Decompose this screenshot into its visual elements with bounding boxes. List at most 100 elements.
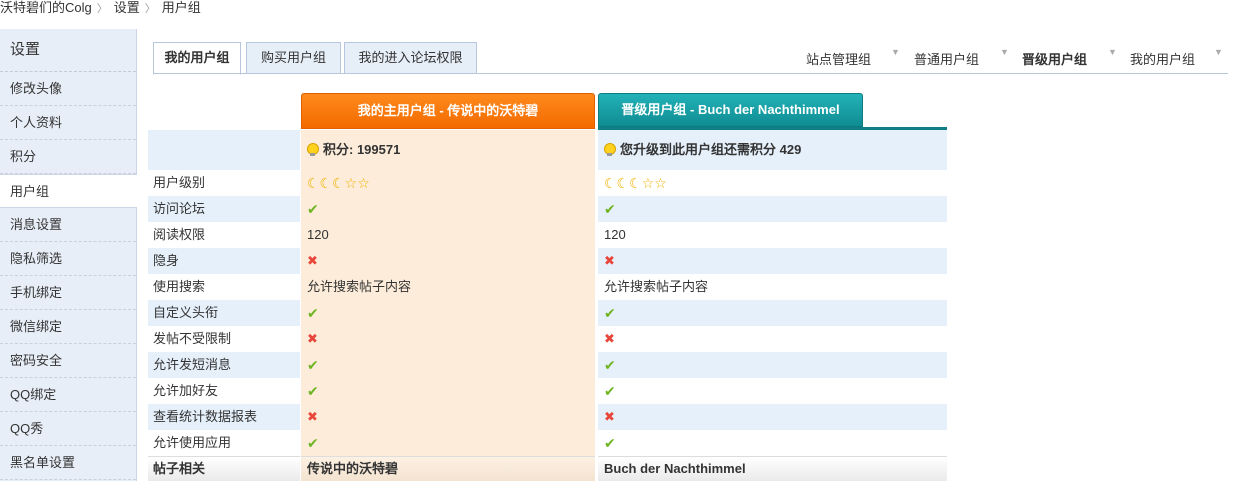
table-row: 使用搜索 允许搜索帖子内容 允许搜索帖子内容 — [148, 274, 948, 300]
main-value-cell: 允许搜索帖子内容 — [301, 274, 595, 300]
next-value-cell: 允许搜索帖子内容 — [598, 274, 947, 300]
sidebar-item-qq-show[interactable]: QQ秀 — [0, 412, 136, 446]
main-value-cell: ✔ — [301, 430, 595, 456]
settings-sidebar: 设置 修改头像 个人资料 积分 用户组 消息设置 隐私筛选 手机绑定 微信绑定 … — [0, 29, 137, 481]
dropdown-icon: ▼ — [1000, 47, 1009, 57]
next-points-text: 您升级到此用户组还需积分 429 — [620, 142, 802, 157]
row-label: 使用搜索 — [148, 274, 300, 300]
breadcrumb-usergroup: 用户组 — [161, 0, 201, 15]
next-value-cell: 120 — [598, 222, 947, 248]
row-label: 访问论坛 — [148, 196, 300, 222]
menu-label: 站点管理组 — [806, 52, 872, 67]
main-points-text: 积分: 199571 — [323, 142, 401, 157]
check-icon: ✔ — [604, 201, 616, 217]
check-icon: ✔ — [307, 357, 319, 373]
tab-forum-permissions[interactable]: 我的进入论坛权限 — [344, 42, 477, 74]
cross-icon: ✖ — [307, 253, 318, 268]
sidebar-item-credits[interactable]: 积分 — [0, 140, 136, 174]
breadcrumb-site[interactable]: 沃特碧们的Colg — [0, 0, 92, 16]
table-row: 允许加好友 ✔ ✔ — [148, 378, 948, 404]
next-value-cell: ✔ — [598, 378, 947, 404]
main-value-cell: 120 — [301, 222, 595, 248]
check-icon: ✔ — [307, 305, 319, 321]
menu-site-admin-group[interactable]: 站点管理组 ▼ — [806, 47, 900, 68]
check-icon: ✔ — [604, 383, 616, 399]
main-value-cell: ✔ — [301, 352, 595, 378]
menu-promotion-group[interactable]: 晋级用户组 ▼ — [1022, 47, 1117, 68]
sidebar-item-password[interactable]: 密码安全 — [0, 344, 136, 378]
main-value-cell: ✔ — [301, 300, 595, 326]
tab-my-usergroup[interactable]: 我的用户组 — [153, 42, 241, 75]
main-value-cell: ✖ — [301, 248, 595, 274]
sidebar-item-wechat[interactable]: 微信绑定 — [0, 310, 136, 344]
main-points-cell: 积分: 199571 — [301, 130, 595, 170]
row-label: 允许使用应用 — [148, 430, 300, 456]
check-icon: ✔ — [307, 383, 319, 399]
next-group-header: 晋级用户组 - Buch der Nachthimmel — [598, 93, 863, 127]
footer-main: 传说中的沃特碧 — [301, 456, 595, 481]
next-value-cell: ✔ — [598, 196, 947, 222]
footer-row: 帖子相关 传说中的沃特碧 Buch der Nachthimmel — [148, 456, 948, 481]
sidebar-item-qq-bind[interactable]: QQ绑定 — [0, 378, 136, 412]
table-row: 阅读权限 120 120 — [148, 222, 948, 248]
next-value-cell: ✔ — [598, 300, 947, 326]
row-label: 查看统计数据报表 — [148, 404, 300, 430]
main-value-cell: ☾☾☾☆☆ — [301, 170, 595, 196]
table-row: 允许使用应用 ✔ ✔ — [148, 430, 948, 456]
dropdown-icon: ▼ — [1214, 47, 1223, 57]
dropdown-icon: ▼ — [891, 47, 900, 57]
check-icon: ✔ — [604, 305, 616, 321]
menu-normal-group[interactable]: 普通用户组 ▼ — [914, 47, 1009, 68]
level-icon: ☾☾☾☆☆ — [604, 175, 667, 191]
sidebar-item-phone[interactable]: 手机绑定 — [0, 276, 136, 310]
table-row: 自定义头衔 ✔ ✔ — [148, 300, 948, 326]
sidebar-item-usergroup[interactable]: 用户组 — [0, 174, 137, 208]
row-label: 自定义头衔 — [148, 300, 300, 326]
table-row: 访问论坛 ✔ ✔ — [148, 196, 948, 222]
table-row: 隐身 ✖ ✖ — [148, 248, 948, 274]
sidebar-item-privacy[interactable]: 隐私筛选 — [0, 242, 136, 276]
row-label: 隐身 — [148, 248, 300, 274]
next-value-cell: ☾☾☾☆☆ — [598, 170, 947, 196]
next-value-cell: ✔ — [598, 352, 947, 378]
table-row: 查看统计数据报表 ✖ ✖ — [148, 404, 948, 430]
footer-label: 帖子相关 — [148, 456, 300, 481]
breadcrumb-separator: 〉 — [144, 3, 156, 15]
sidebar-item-profile[interactable]: 个人资料 — [0, 106, 136, 140]
breadcrumb-settings[interactable]: 设置 — [114, 0, 140, 16]
points-label-cell — [148, 130, 300, 170]
points-row: 积分: 199571 您升级到此用户组还需积分 429 — [148, 130, 948, 170]
next-value-text: 允许搜索帖子内容 — [604, 279, 709, 294]
level-icon: ☾☾☾☆☆ — [307, 175, 370, 191]
menu-my-group[interactable]: 我的用户组 ▼ — [1130, 47, 1223, 68]
main-group-header: 我的主用户组 - 传说中的沃特碧 — [301, 93, 595, 129]
menu-label: 我的用户组 — [1130, 52, 1196, 67]
cross-icon: ✖ — [604, 409, 615, 424]
next-value-text: 120 — [604, 227, 626, 242]
next-points-cell: 您升级到此用户组还需积分 429 — [598, 130, 947, 170]
cross-icon: ✖ — [307, 331, 318, 346]
tab-divider — [153, 73, 1228, 74]
sidebar-title: 设置 — [0, 29, 136, 72]
main-value-text: 允许搜索帖子内容 — [307, 279, 412, 294]
footer-next: Buch der Nachthimmel — [598, 456, 947, 481]
cross-icon: ✖ — [604, 253, 615, 268]
menu-label: 晋级用户组 — [1022, 52, 1088, 67]
next-value-cell: ✖ — [598, 404, 947, 430]
main-value-cell: ✔ — [301, 196, 595, 222]
breadcrumb: 沃特碧们的Colg 〉设置〉用户组 — [0, 0, 201, 22]
sidebar-item-blacklist[interactable]: 黑名单设置 — [0, 446, 136, 480]
main-value-cell: ✔ — [301, 378, 595, 404]
table-row: 用户级别 ☾☾☾☆☆ ☾☾☾☆☆ — [148, 170, 948, 196]
next-value-cell: ✖ — [598, 248, 947, 274]
row-label: 允许加好友 — [148, 378, 300, 404]
sidebar-item-avatar[interactable]: 修改头像 — [0, 72, 136, 106]
check-icon: ✔ — [604, 357, 616, 373]
main-value-cell: ✖ — [301, 404, 595, 430]
row-label: 允许发短消息 — [148, 352, 300, 378]
tab-buy-usergroup[interactable]: 购买用户组 — [246, 42, 341, 74]
next-value-cell: ✖ — [598, 326, 947, 352]
row-label: 发帖不受限制 — [148, 326, 300, 352]
breadcrumb-separator: 〉 — [96, 3, 108, 15]
sidebar-item-notifications[interactable]: 消息设置 — [0, 208, 136, 242]
